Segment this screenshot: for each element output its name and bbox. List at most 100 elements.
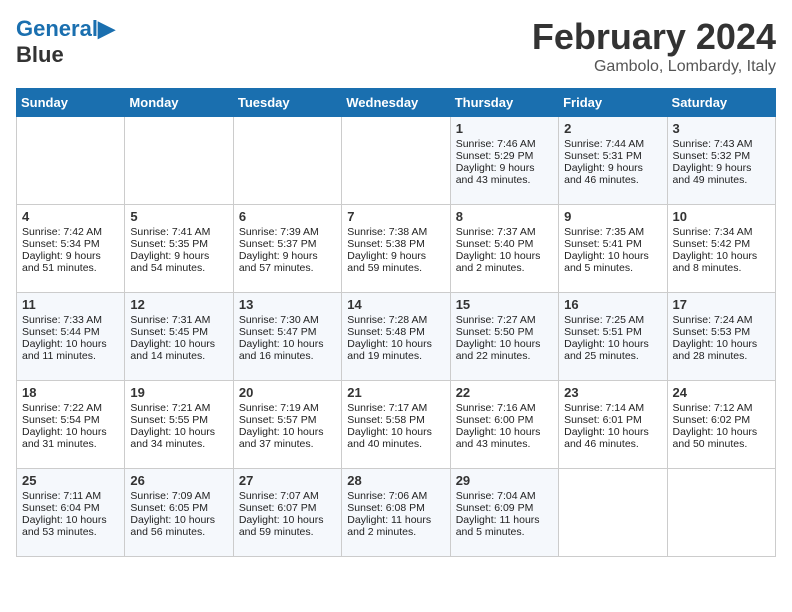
cell-content: and 59 minutes.: [239, 526, 336, 538]
calendar-cell: 4Sunrise: 7:42 AMSunset: 5:34 PMDaylight…: [17, 205, 125, 293]
cell-content: Daylight: 10 hours: [673, 338, 770, 350]
cell-content: Sunrise: 7:06 AM: [347, 490, 444, 502]
cell-content: Sunset: 5:48 PM: [347, 326, 444, 338]
day-number: 4: [22, 209, 119, 224]
calendar-cell: 26Sunrise: 7:09 AMSunset: 6:05 PMDayligh…: [125, 469, 233, 557]
cell-content: Sunrise: 7:12 AM: [673, 402, 770, 414]
cell-content: Sunset: 6:07 PM: [239, 502, 336, 514]
cell-content: Sunrise: 7:07 AM: [239, 490, 336, 502]
cell-content: Sunrise: 7:30 AM: [239, 314, 336, 326]
cell-content: Sunrise: 7:46 AM: [456, 138, 553, 150]
weekday-header-monday: Monday: [125, 89, 233, 117]
cell-content: Daylight: 9 hours: [347, 250, 444, 262]
cell-content: Sunrise: 7:25 AM: [564, 314, 661, 326]
day-number: 29: [456, 473, 553, 488]
calendar-cell: [233, 117, 341, 205]
cell-content: and 37 minutes.: [239, 438, 336, 450]
cell-content: Sunrise: 7:09 AM: [130, 490, 227, 502]
calendar-cell: 18Sunrise: 7:22 AMSunset: 5:54 PMDayligh…: [17, 381, 125, 469]
cell-content: and 2 minutes.: [347, 526, 444, 538]
cell-content: Daylight: 10 hours: [22, 426, 119, 438]
weekday-header-thursday: Thursday: [450, 89, 558, 117]
cell-content: and 25 minutes.: [564, 350, 661, 362]
cell-content: and 56 minutes.: [130, 526, 227, 538]
cell-content: Daylight: 9 hours: [456, 162, 553, 174]
cell-content: Sunset: 5:34 PM: [22, 238, 119, 250]
cell-content: Sunset: 6:01 PM: [564, 414, 661, 426]
cell-content: and 14 minutes.: [130, 350, 227, 362]
cell-content: and 53 minutes.: [22, 526, 119, 538]
cell-content: and 28 minutes.: [673, 350, 770, 362]
cell-content: Daylight: 10 hours: [456, 250, 553, 262]
day-number: 25: [22, 473, 119, 488]
day-number: 12: [130, 297, 227, 312]
calendar-cell: 19Sunrise: 7:21 AMSunset: 5:55 PMDayligh…: [125, 381, 233, 469]
cell-content: Sunrise: 7:35 AM: [564, 226, 661, 238]
weekday-header-wednesday: Wednesday: [342, 89, 450, 117]
cell-content: Sunrise: 7:17 AM: [347, 402, 444, 414]
cell-content: Sunset: 5:41 PM: [564, 238, 661, 250]
cell-content: and 51 minutes.: [22, 262, 119, 274]
day-number: 15: [456, 297, 553, 312]
calendar-cell: 23Sunrise: 7:14 AMSunset: 6:01 PMDayligh…: [559, 381, 667, 469]
cell-content: Sunset: 5:51 PM: [564, 326, 661, 338]
cell-content: Sunrise: 7:27 AM: [456, 314, 553, 326]
calendar-cell: 6Sunrise: 7:39 AMSunset: 5:37 PMDaylight…: [233, 205, 341, 293]
calendar-table: SundayMondayTuesdayWednesdayThursdayFrid…: [16, 88, 776, 557]
cell-content: Sunrise: 7:04 AM: [456, 490, 553, 502]
day-number: 10: [673, 209, 770, 224]
calendar-cell: 24Sunrise: 7:12 AMSunset: 6:02 PMDayligh…: [667, 381, 775, 469]
cell-content: Sunset: 5:58 PM: [347, 414, 444, 426]
day-number: 17: [673, 297, 770, 312]
cell-content: and 40 minutes.: [347, 438, 444, 450]
cell-content: Sunset: 5:40 PM: [456, 238, 553, 250]
cell-content: Sunset: 5:53 PM: [673, 326, 770, 338]
location: Gambolo, Lombardy, Italy: [532, 58, 776, 76]
cell-content: Daylight: 10 hours: [564, 338, 661, 350]
day-number: 11: [22, 297, 119, 312]
cell-content: Sunrise: 7:31 AM: [130, 314, 227, 326]
logo: General▶ Blue: [16, 16, 115, 69]
day-number: 14: [347, 297, 444, 312]
cell-content: Sunrise: 7:19 AM: [239, 402, 336, 414]
calendar-cell: 10Sunrise: 7:34 AMSunset: 5:42 PMDayligh…: [667, 205, 775, 293]
weekday-header-saturday: Saturday: [667, 89, 775, 117]
cell-content: Sunset: 5:29 PM: [456, 150, 553, 162]
day-number: 24: [673, 385, 770, 400]
calendar-cell: [667, 469, 775, 557]
cell-content: Daylight: 10 hours: [347, 338, 444, 350]
cell-content: Sunset: 5:44 PM: [22, 326, 119, 338]
calendar-cell: 1Sunrise: 7:46 AMSunset: 5:29 PMDaylight…: [450, 117, 558, 205]
page-header: General▶ Blue February 2024 Gambolo, Lom…: [16, 16, 776, 76]
day-number: 5: [130, 209, 227, 224]
cell-content: Daylight: 10 hours: [22, 338, 119, 350]
cell-content: Daylight: 11 hours: [456, 514, 553, 526]
cell-content: Sunset: 5:57 PM: [239, 414, 336, 426]
calendar-cell: 11Sunrise: 7:33 AMSunset: 5:44 PMDayligh…: [17, 293, 125, 381]
cell-content: Sunset: 5:35 PM: [130, 238, 227, 250]
cell-content: Sunset: 5:32 PM: [673, 150, 770, 162]
day-number: 8: [456, 209, 553, 224]
cell-content: and 2 minutes.: [456, 262, 553, 274]
cell-content: Daylight: 10 hours: [130, 514, 227, 526]
weekday-header-sunday: Sunday: [17, 89, 125, 117]
calendar-cell: [342, 117, 450, 205]
cell-content: Daylight: 10 hours: [564, 426, 661, 438]
day-number: 9: [564, 209, 661, 224]
cell-content: and 46 minutes.: [564, 174, 661, 186]
calendar-cell: 3Sunrise: 7:43 AMSunset: 5:32 PMDaylight…: [667, 117, 775, 205]
calendar-cell: [17, 117, 125, 205]
calendar-cell: 15Sunrise: 7:27 AMSunset: 5:50 PMDayligh…: [450, 293, 558, 381]
cell-content: and 54 minutes.: [130, 262, 227, 274]
cell-content: Sunset: 6:09 PM: [456, 502, 553, 514]
day-number: 19: [130, 385, 227, 400]
calendar-cell: 17Sunrise: 7:24 AMSunset: 5:53 PMDayligh…: [667, 293, 775, 381]
cell-content: Daylight: 10 hours: [456, 338, 553, 350]
cell-content: and 5 minutes.: [456, 526, 553, 538]
cell-content: Sunset: 5:45 PM: [130, 326, 227, 338]
calendar-cell: 22Sunrise: 7:16 AMSunset: 6:00 PMDayligh…: [450, 381, 558, 469]
cell-content: Sunset: 6:04 PM: [22, 502, 119, 514]
cell-content: Sunset: 5:31 PM: [564, 150, 661, 162]
cell-content: Daylight: 10 hours: [673, 250, 770, 262]
cell-content: Sunrise: 7:37 AM: [456, 226, 553, 238]
